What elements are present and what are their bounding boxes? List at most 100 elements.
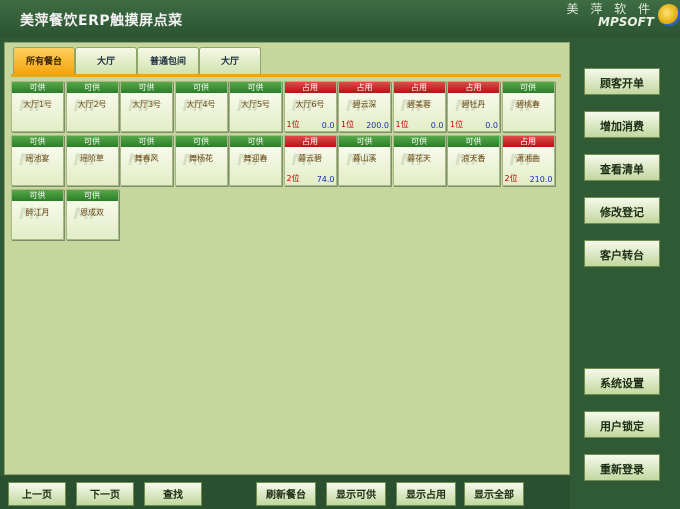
table-card[interactable]: 可供 MP 浪天香 bbox=[447, 135, 500, 186]
table-card[interactable]: 占用 MP 暮云碧 2位 74.0 bbox=[283, 135, 337, 186]
table-card[interactable]: 可供 MP 舞迎春 bbox=[229, 135, 282, 186]
table-name: 碧桃春 bbox=[516, 100, 540, 109]
table-name: 恩成双 bbox=[80, 208, 104, 217]
table-card[interactable]: 可供 MP 大厅4号 bbox=[174, 81, 228, 132]
table-card[interactable]: 占用 MP 碧美蓉 1位 0.0 bbox=[392, 81, 446, 132]
edit-register-button[interactable]: 修改登记 bbox=[584, 197, 660, 224]
table-card[interactable]: 占用 MP 碧云深 1位 200.0 bbox=[338, 81, 391, 132]
table-status-badge: 可供 bbox=[12, 136, 63, 147]
table-name: 瑶池宴 bbox=[25, 154, 50, 163]
table-grid: 可供 MP 大厅1号 可供 MP 大厅2号 可供 MP 大厅3号 可供 MP 大厅4号 可供 MP 大厅5号… bbox=[11, 81, 563, 467]
table-card[interactable]: 占用 MP 碧牡丹 1位 0.0 bbox=[447, 81, 500, 132]
table-seats: 2位 bbox=[286, 174, 300, 183]
tab-hall-2[interactable]: 大厅 bbox=[199, 47, 261, 77]
table-card[interactable]: 可供 MP 大厅1号 bbox=[11, 81, 64, 132]
prev-page-button[interactable]: 上一页 bbox=[8, 482, 66, 506]
table-status-badge: 可供 bbox=[230, 136, 281, 147]
table-name: 暮花天 bbox=[407, 154, 431, 163]
table-seats: 1位 bbox=[286, 120, 300, 129]
table-status-badge: 可供 bbox=[66, 190, 118, 201]
table-status-badge: 可供 bbox=[12, 82, 63, 93]
user-lock-button[interactable]: 用户锁定 bbox=[584, 411, 660, 438]
table-name: 大厅2号 bbox=[77, 100, 107, 109]
table-name: 大厅4号 bbox=[186, 100, 216, 109]
table-name: 潇湘曲 bbox=[516, 154, 540, 163]
table-card[interactable]: 可供 MP 瑶池宴 bbox=[11, 135, 64, 186]
table-name: 舞杨花 bbox=[189, 154, 213, 163]
table-panel: 所有餐台 大厅 普通包间 大厅 可供 MP 大厅1号 可供 MP 大厅2号 可供 MP 大厅3号… bbox=[4, 42, 570, 475]
table-card[interactable]: 可供 MP 醉江月 bbox=[11, 189, 64, 240]
table-status-badge: 可供 bbox=[339, 136, 390, 147]
next-page-button[interactable]: 下一页 bbox=[76, 482, 134, 506]
table-name: 大厅6号 bbox=[295, 100, 325, 109]
table-card[interactable]: 占用 MP 潇湘曲 2位 210.0 bbox=[501, 135, 555, 186]
table-status-badge: 占用 bbox=[339, 82, 390, 93]
table-status-badge: 可供 bbox=[175, 136, 227, 147]
relogin-button[interactable]: 重新登录 bbox=[584, 454, 660, 481]
table-card[interactable]: 可供 MP 暮山溪 bbox=[338, 135, 391, 186]
table-status-badge: 可供 bbox=[12, 190, 63, 201]
table-card[interactable]: 可供 MP 大厅3号 bbox=[120, 81, 173, 132]
table-status-badge: 可供 bbox=[66, 82, 118, 93]
table-status-badge: 可供 bbox=[66, 136, 118, 147]
show-free-button[interactable]: 显示可供 bbox=[326, 482, 386, 506]
table-card[interactable]: 可供 MP 舞春风 bbox=[120, 135, 173, 186]
table-status-badge: 占用 bbox=[284, 136, 336, 147]
table-seats: 1位 bbox=[395, 120, 409, 129]
table-amount: 0.0 bbox=[321, 121, 335, 130]
table-amount: 210.0 bbox=[529, 175, 553, 184]
transfer-table-button[interactable]: 客户转台 bbox=[584, 240, 660, 267]
brand-logo-icon bbox=[658, 4, 680, 26]
table-name: 碧牡丹 bbox=[461, 100, 486, 109]
table-status-badge: 可供 bbox=[393, 136, 445, 147]
find-button[interactable]: 查找 bbox=[144, 482, 202, 506]
table-amount: 200.0 bbox=[366, 121, 389, 130]
table-name: 大厅1号 bbox=[22, 100, 53, 109]
table-status-badge: 可供 bbox=[502, 82, 554, 93]
view-list-button[interactable]: 查看清单 bbox=[584, 154, 660, 181]
table-amount: 74.0 bbox=[316, 175, 335, 184]
table-amount: 0.0 bbox=[430, 121, 444, 130]
table-status-badge: 可供 bbox=[230, 82, 281, 93]
refresh-tables-button[interactable]: 刷新餐台 bbox=[256, 482, 316, 506]
tab-hall[interactable]: 大厅 bbox=[75, 47, 137, 77]
table-name: 暮云碧 bbox=[298, 154, 322, 163]
add-order-button[interactable]: 增加消费 bbox=[584, 111, 660, 138]
table-status-badge: 占用 bbox=[284, 82, 336, 93]
table-name: 碧云深 bbox=[352, 100, 377, 109]
table-status-badge: 占用 bbox=[448, 82, 499, 93]
table-name: 舞迎春 bbox=[243, 154, 268, 163]
table-seats: 1位 bbox=[450, 120, 464, 129]
table-name: 舞春风 bbox=[134, 154, 159, 163]
table-card[interactable]: 可供 MP 暮花天 bbox=[392, 135, 446, 186]
table-name: 浪天香 bbox=[461, 154, 486, 163]
show-used-button[interactable]: 显示占用 bbox=[396, 482, 456, 506]
table-name: 大厅5号 bbox=[240, 100, 271, 109]
table-card[interactable]: 占用 MP 大厅6号 1位 0.0 bbox=[283, 81, 337, 132]
table-status-badge: 可供 bbox=[121, 82, 172, 93]
bottom-toolbar: 上一页 下一页 查找 刷新餐台 显示可供 显示占用 显示全部 bbox=[0, 476, 570, 509]
table-card[interactable]: 可供 MP 恩成双 bbox=[65, 189, 119, 240]
tab-all-tables[interactable]: 所有餐台 bbox=[13, 47, 75, 77]
table-name: 暮山溪 bbox=[352, 154, 377, 163]
table-card[interactable]: 可供 MP 大厅5号 bbox=[229, 81, 282, 132]
tab-private-room[interactable]: 普通包间 bbox=[137, 47, 199, 77]
table-card[interactable]: 可供 MP 瑶阶草 bbox=[65, 135, 119, 186]
table-card[interactable]: 可供 MP 舞杨花 bbox=[174, 135, 228, 186]
table-name: 大厅3号 bbox=[131, 100, 162, 109]
brand-name-en: MPSOFT bbox=[598, 15, 654, 29]
table-amount: 0.0 bbox=[485, 121, 498, 130]
table-name: 碧美蓉 bbox=[407, 100, 431, 109]
table-card[interactable]: 可供 MP 碧桃春 bbox=[501, 81, 555, 132]
app-title: 美萍餐饮ERP触摸屏点菜 bbox=[20, 13, 183, 29]
system-settings-button[interactable]: 系统设置 bbox=[584, 368, 660, 395]
tab-underline bbox=[11, 74, 561, 77]
table-seats: 1位 bbox=[341, 120, 355, 129]
title-bar: 美萍餐饮ERP触摸屏点菜 美 萍 软 件 MPSOFT bbox=[0, 0, 680, 38]
table-seats: 2位 bbox=[504, 174, 518, 183]
table-status-badge: 占用 bbox=[502, 136, 554, 147]
open-table-button[interactable]: 顾客开单 bbox=[584, 68, 660, 95]
table-name: 醉江月 bbox=[25, 208, 50, 217]
show-all-button[interactable]: 显示全部 bbox=[464, 482, 524, 506]
table-card[interactable]: 可供 MP 大厅2号 bbox=[65, 81, 119, 132]
